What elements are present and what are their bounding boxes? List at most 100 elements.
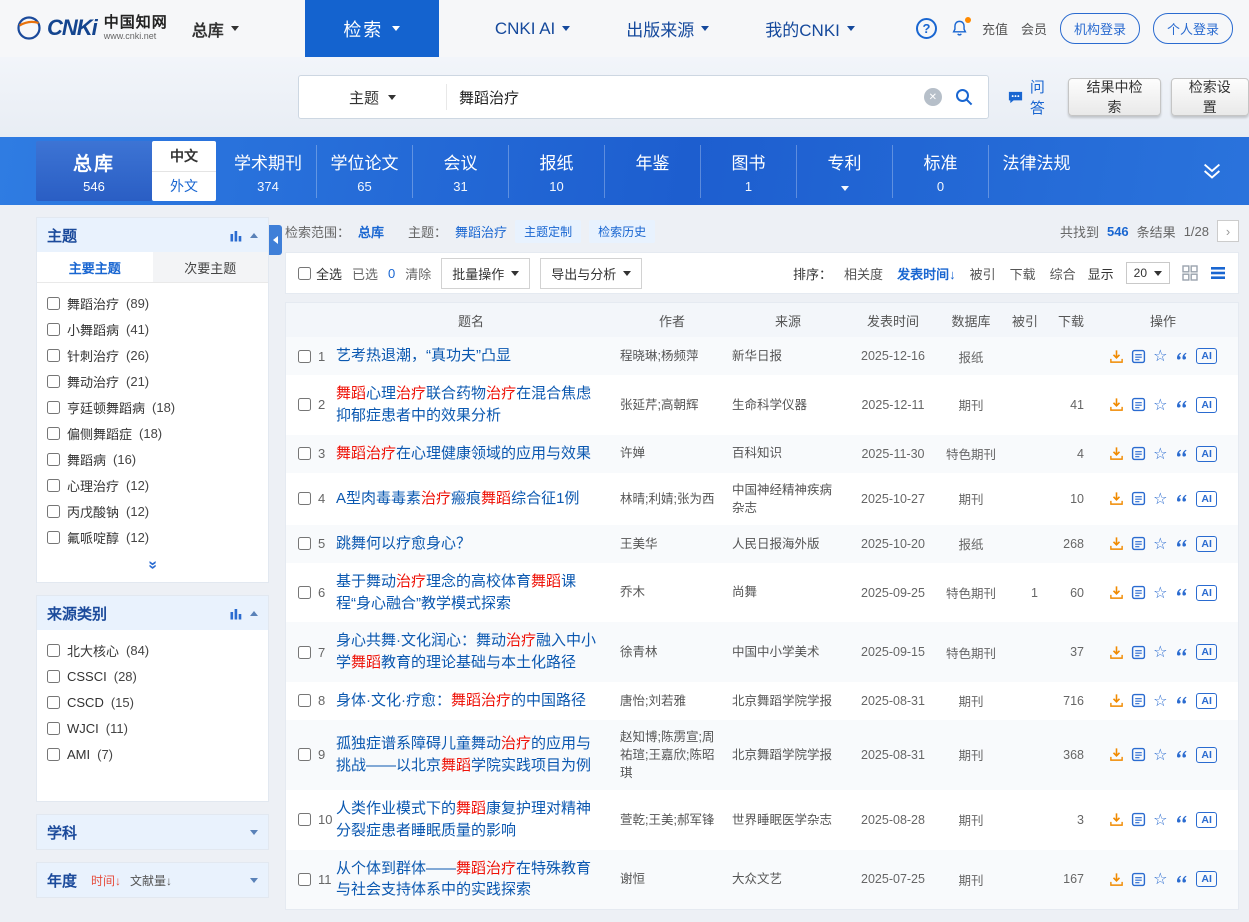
filter-checkbox[interactable] [47,427,60,440]
tab-main-topic[interactable]: 主要主题 [37,252,153,282]
bar-chart-icon[interactable] [230,229,242,242]
result-title[interactable]: 从个体到群体——舞蹈治疗在特殊教育与社会支持体系中的实践探索 [336,858,606,902]
result-title[interactable]: 跳舞何以疗愈身心？ [336,533,606,555]
nav-my-cnki[interactable]: 我的CNKI [765,16,855,41]
result-title[interactable]: A型肉毒毒素治疗瘢痕舞蹈综合征1例 [336,488,606,510]
select-all-checkbox[interactable] [298,267,311,280]
db-tab[interactable]: 图书1 [700,145,796,198]
filter-item[interactable]: WJCI(11) [47,715,258,741]
clear-selection-button[interactable]: 清除 [405,264,431,283]
filter-checkbox[interactable] [47,479,60,492]
filter-checkbox[interactable] [47,696,60,709]
favorite-icon[interactable]: ☆ [1153,871,1167,887]
result-authors[interactable]: 许婵 [620,446,645,460]
result-authors[interactable]: 谢恒 [620,872,645,886]
result-checkbox[interactable] [298,813,311,826]
favorite-icon[interactable]: ☆ [1153,747,1167,763]
favorite-icon[interactable]: ☆ [1153,812,1167,828]
quote-icon[interactable] [1174,397,1189,412]
search-icon[interactable] [954,87,974,107]
html-read-icon[interactable] [1131,645,1146,660]
html-read-icon[interactable] [1131,491,1146,506]
nav-cnki-ai[interactable]: CNKI AI [495,19,570,39]
clear-search-icon[interactable]: ✕ [924,88,942,106]
sort-option[interactable]: 相关度 [844,264,883,283]
result-authors[interactable]: 林晴;利婧;张为西 [620,492,714,506]
year-sort-amount[interactable]: 文献量↓ [130,872,172,889]
sort-option[interactable]: 发表时间↓ [897,264,956,283]
db-tab[interactable]: 专利 [796,145,892,198]
download-icon[interactable] [1109,491,1124,506]
result-source[interactable]: 百科知识 [732,446,782,460]
filter-item[interactable]: 丙戊酸钠(12) [47,498,258,524]
result-source[interactable]: 北京舞蹈学院学报 [732,694,832,708]
ai-button[interactable]: AI [1196,491,1217,507]
result-checkbox[interactable] [298,646,311,659]
list-view-icon[interactable] [1210,265,1226,281]
html-read-icon[interactable] [1131,693,1146,708]
page-size-select[interactable]: 20 [1126,262,1170,284]
result-title[interactable]: 身心共舞·文化润心：舞动治疗融入中小学舞蹈教育的理论基础与本土化路径 [336,630,606,674]
ai-button[interactable]: AI [1196,812,1217,828]
result-title[interactable]: 舞蹈治疗在心理健康领域的应用与效果 [336,443,606,465]
filter-checkbox[interactable] [47,349,60,362]
filter-checkbox[interactable] [47,401,60,414]
filter-item[interactable]: CSSCI(28) [47,663,258,689]
html-read-icon[interactable] [1131,872,1146,887]
result-checkbox[interactable] [298,492,311,505]
select-all-control[interactable]: 全选 [298,264,342,283]
db-tab[interactable]: 法律法规 [988,145,1084,198]
result-source[interactable]: 世界睡眠医学杂志 [732,813,832,827]
favorite-icon[interactable]: ☆ [1153,397,1167,413]
personal-login-button[interactable]: 个人登录 [1153,13,1233,44]
ai-button[interactable]: AI [1196,693,1217,709]
filter-item[interactable]: AMI(7) [47,741,258,767]
nav-pub-source[interactable]: 出版来源 [626,16,709,41]
result-checkbox[interactable] [298,586,311,599]
notification-bell-icon[interactable] [950,19,969,38]
result-title[interactable]: 艺考热退潮，“真功夫”凸显 [336,345,606,367]
ai-button[interactable]: AI [1196,871,1217,887]
filter-item[interactable]: 舞动治疗(21) [47,368,258,394]
ai-button[interactable]: AI [1196,585,1217,601]
chevron-down-icon[interactable] [250,878,258,883]
html-read-icon[interactable] [1131,397,1146,412]
topic-custom-button[interactable]: 主题定制 [515,220,581,243]
result-checkbox[interactable] [298,537,311,550]
lang-en-tab[interactable]: 外文 [152,171,216,202]
chevron-up-icon[interactable] [250,611,258,616]
next-page-button[interactable]: › [1217,220,1239,242]
help-icon[interactable]: ? [916,18,937,39]
nav-search[interactable]: 检索 [305,0,439,57]
filter-checkbox[interactable] [47,670,60,683]
result-source[interactable]: 人民日报海外版 [732,537,820,551]
result-checkbox[interactable] [298,398,311,411]
result-authors[interactable]: 唐怡;刘若雅 [620,694,686,708]
result-title[interactable]: 人类作业模式下的舞蹈康复护理对精神分裂症患者睡眠质量的影响 [336,798,606,842]
filter-item[interactable]: 偏侧舞蹈症(18) [47,420,258,446]
db-tab-zongku[interactable]: 总库 546 [36,141,152,201]
ai-button[interactable]: AI [1196,747,1217,763]
result-authors[interactable]: 程晓琳;杨频萍 [620,349,698,363]
result-source[interactable]: 生命科学仪器 [732,398,807,412]
result-checkbox[interactable] [298,694,311,707]
favorite-icon[interactable]: ☆ [1153,491,1167,507]
result-source[interactable]: 大众文艺 [732,872,782,886]
result-title[interactable]: 孤独症谱系障碍儿童舞动治疗的应用与挑战——以北京舞蹈学院实践项目为例 [336,733,606,777]
favorite-icon[interactable]: ☆ [1153,348,1167,364]
lang-cn-tab[interactable]: 中文 [152,141,216,171]
nav-zongku[interactable]: 总库 [192,17,239,41]
favorite-icon[interactable]: ☆ [1153,446,1167,462]
chevron-down-icon[interactable] [250,830,258,835]
result-authors[interactable]: 徐青林 [620,645,658,659]
search-settings-button[interactable]: 检索设置 [1171,78,1249,116]
batch-actions-button[interactable]: 批量操作 [441,258,530,289]
grid-view-icon[interactable] [1182,265,1198,281]
filter-checkbox[interactable] [47,453,60,466]
search-input[interactable] [447,89,924,106]
download-icon[interactable] [1109,812,1124,827]
quote-icon[interactable] [1174,446,1189,461]
result-source[interactable]: 中国神经精神疾病杂志 [732,483,832,515]
result-source[interactable]: 尚舞 [732,585,757,599]
search-field-selector[interactable]: 主题 [299,84,447,110]
